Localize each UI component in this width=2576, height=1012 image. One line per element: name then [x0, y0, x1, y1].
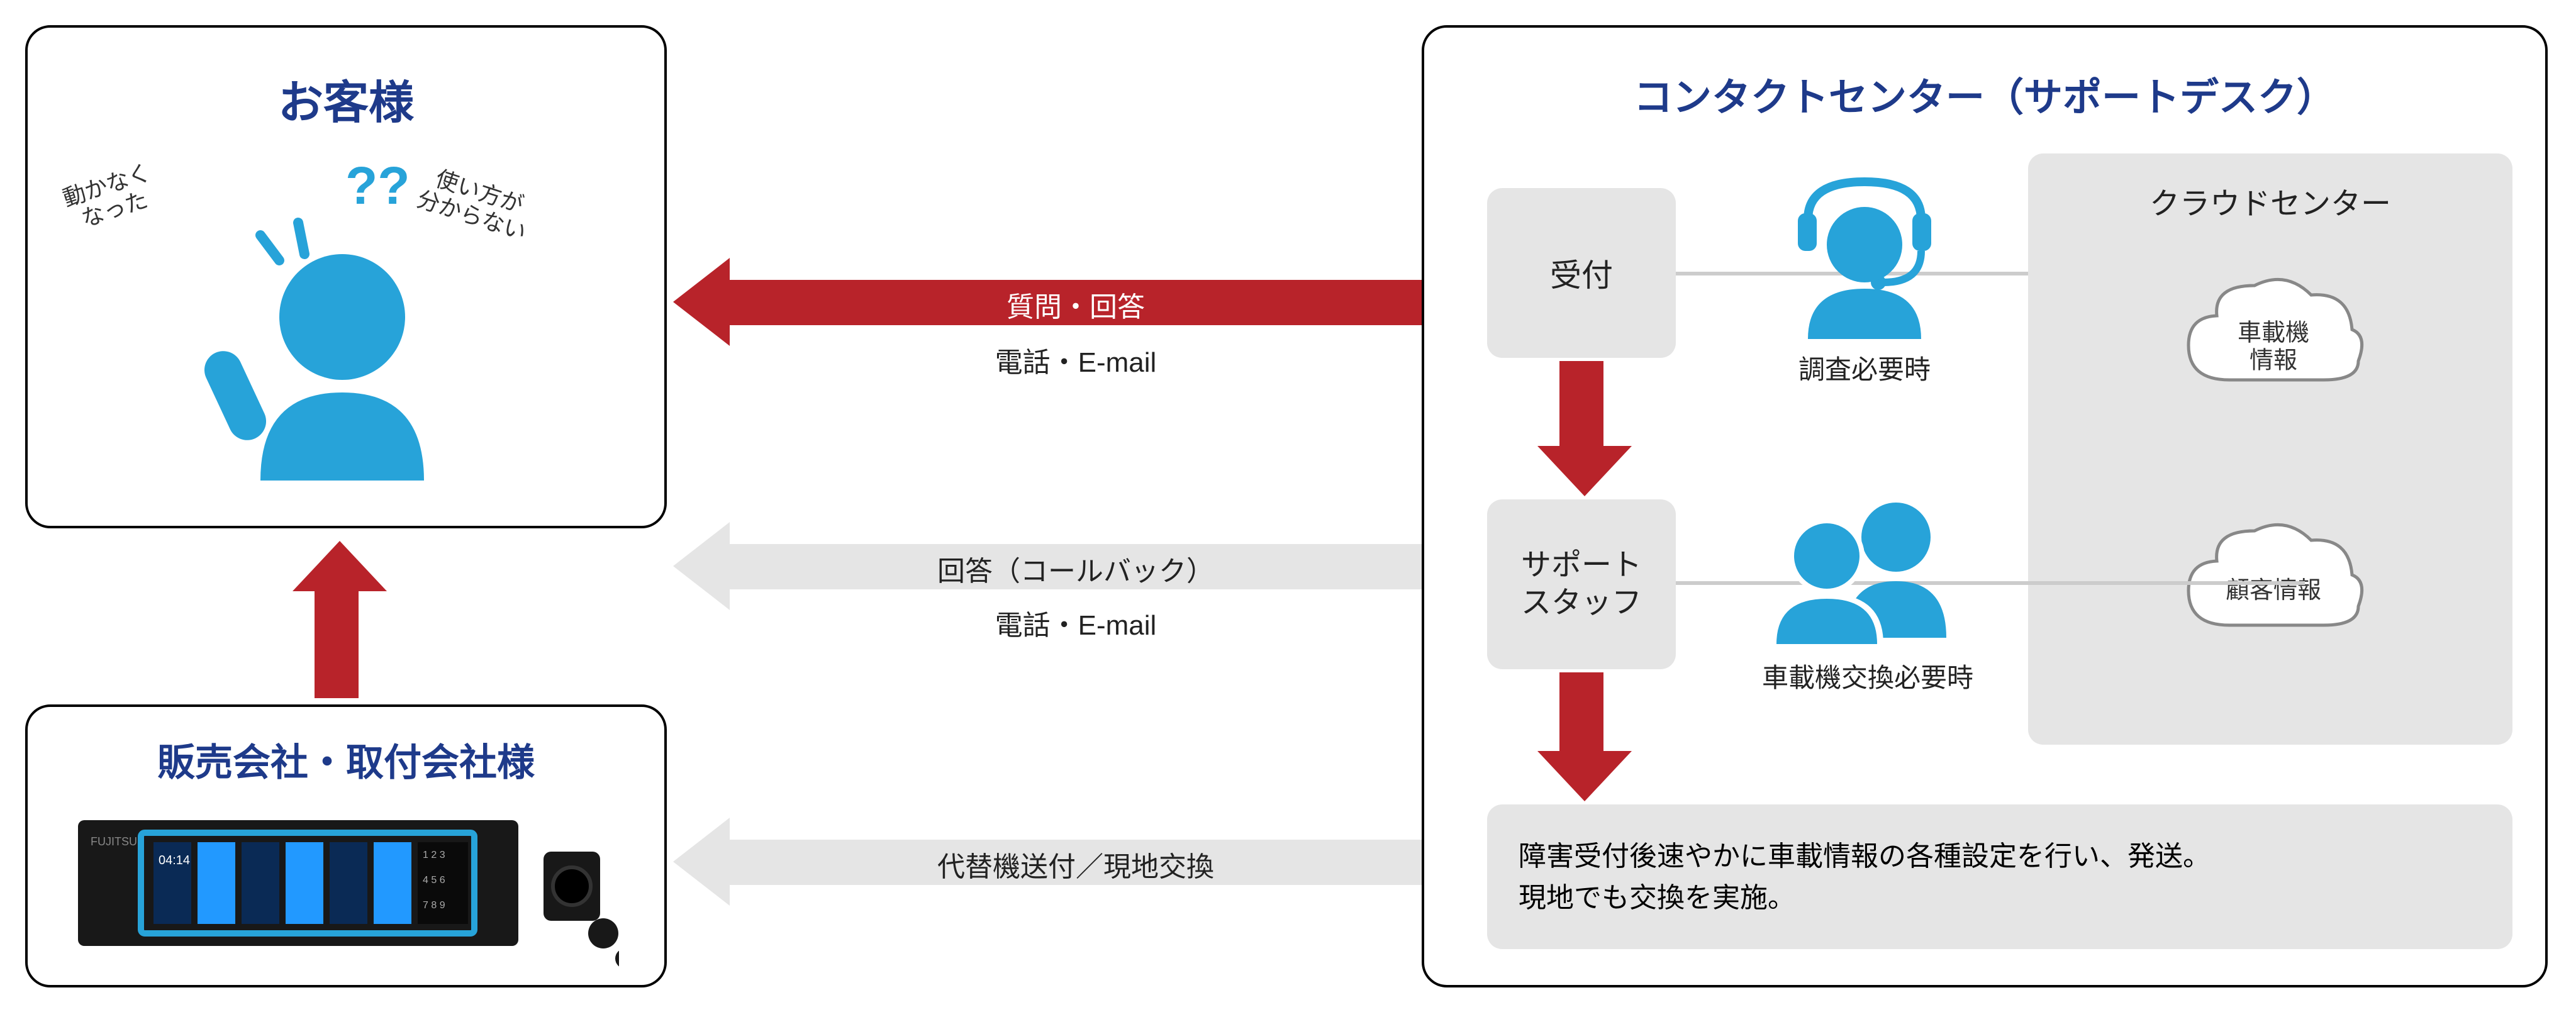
sales-company-title: 販売会社・取付会社様	[28, 732, 664, 787]
vehicle-device-icon: 04:14 1 2 3 4 5 6 7 8 9 FUJITSU	[65, 808, 619, 971]
arrow-qa-title: 質問・回答	[727, 284, 1425, 325]
bottom-note-text: 障害受付後速やかに車載情報の各種設定を行い、発送。 現地でも交換を実施。	[1519, 841, 2211, 913]
customer-box: お客様 動かなく なった 使い方が 分からない ??	[25, 25, 667, 528]
cloud-device-info-text: 車載機 情報	[2179, 320, 2368, 375]
arrow-qa-sub: 電話・E-mail	[727, 340, 1425, 380]
device-exchange-note: 車載機交換必要時	[1732, 657, 2003, 695]
arrow-callback-title: 回答（コールバック）	[727, 548, 1425, 589]
svg-text:4 5 6: 4 5 6	[423, 875, 445, 886]
arrow-replacement-head	[673, 818, 730, 906]
cloud-center-box: クラウドセンター	[2028, 153, 2512, 745]
question-marks-icon: ??	[345, 156, 410, 215]
arrow-reception-to-support	[1559, 361, 1603, 449]
support-staff-label: サポート スタッフ	[1487, 547, 1676, 622]
bottom-note-box: 障害受付後速やかに車載情報の各種設定を行い、発送。 現地でも交換を実施。	[1487, 804, 2512, 949]
investigation-note: 調査必要時	[1776, 348, 1953, 387]
arrow-qa-head-left	[673, 258, 730, 346]
sales-company-box: 販売会社・取付会社様 04:14 1 2 3 4 5 6 7 8 9 FUJIT…	[25, 704, 667, 987]
svg-text:FUJITSU: FUJITSU	[91, 835, 137, 848]
cloud-device-info: 車載機 情報	[2179, 267, 2368, 405]
support-staff-pair-icon	[1758, 481, 1971, 644]
contact-center-box: コンタクトセンター（サポートデスク） 受付 調査必要時 クラウドセンター 車載機…	[1422, 25, 2548, 987]
reception-label: 受付	[1487, 250, 1676, 296]
arrow-callback-sub: 電話・E-mail	[727, 603, 1425, 643]
cloud-center-label: クラウドセンター	[2028, 179, 2512, 223]
arrow-sales-to-customer	[315, 585, 359, 698]
reception-box: 受付	[1487, 188, 1676, 358]
contact-center-title: コンタクトセンター（サポートデスク）	[1424, 65, 2545, 122]
arrow-reception-to-support-head	[1537, 446, 1632, 496]
arrow-replacement-label: 代替機送付／現地交換	[727, 844, 1425, 884]
arrow-support-to-action-head	[1537, 751, 1632, 801]
customer-title: お客様	[28, 65, 664, 131]
arrow-callback-head	[673, 522, 730, 610]
support-staff-box: サポート スタッフ	[1487, 499, 1676, 669]
arrow-support-to-action	[1559, 672, 1603, 754]
svg-text:7 8 9: 7 8 9	[423, 900, 445, 911]
bubble-stopped-working: 動かなく なった	[60, 160, 161, 235]
arrow-sales-to-customer-head	[293, 541, 387, 591]
svg-text:1 2 3: 1 2 3	[423, 850, 445, 860]
headset-operator-icon	[1783, 175, 1946, 339]
svg-text:04:14: 04:14	[159, 854, 190, 867]
confused-person-icon: ??	[198, 153, 462, 481]
